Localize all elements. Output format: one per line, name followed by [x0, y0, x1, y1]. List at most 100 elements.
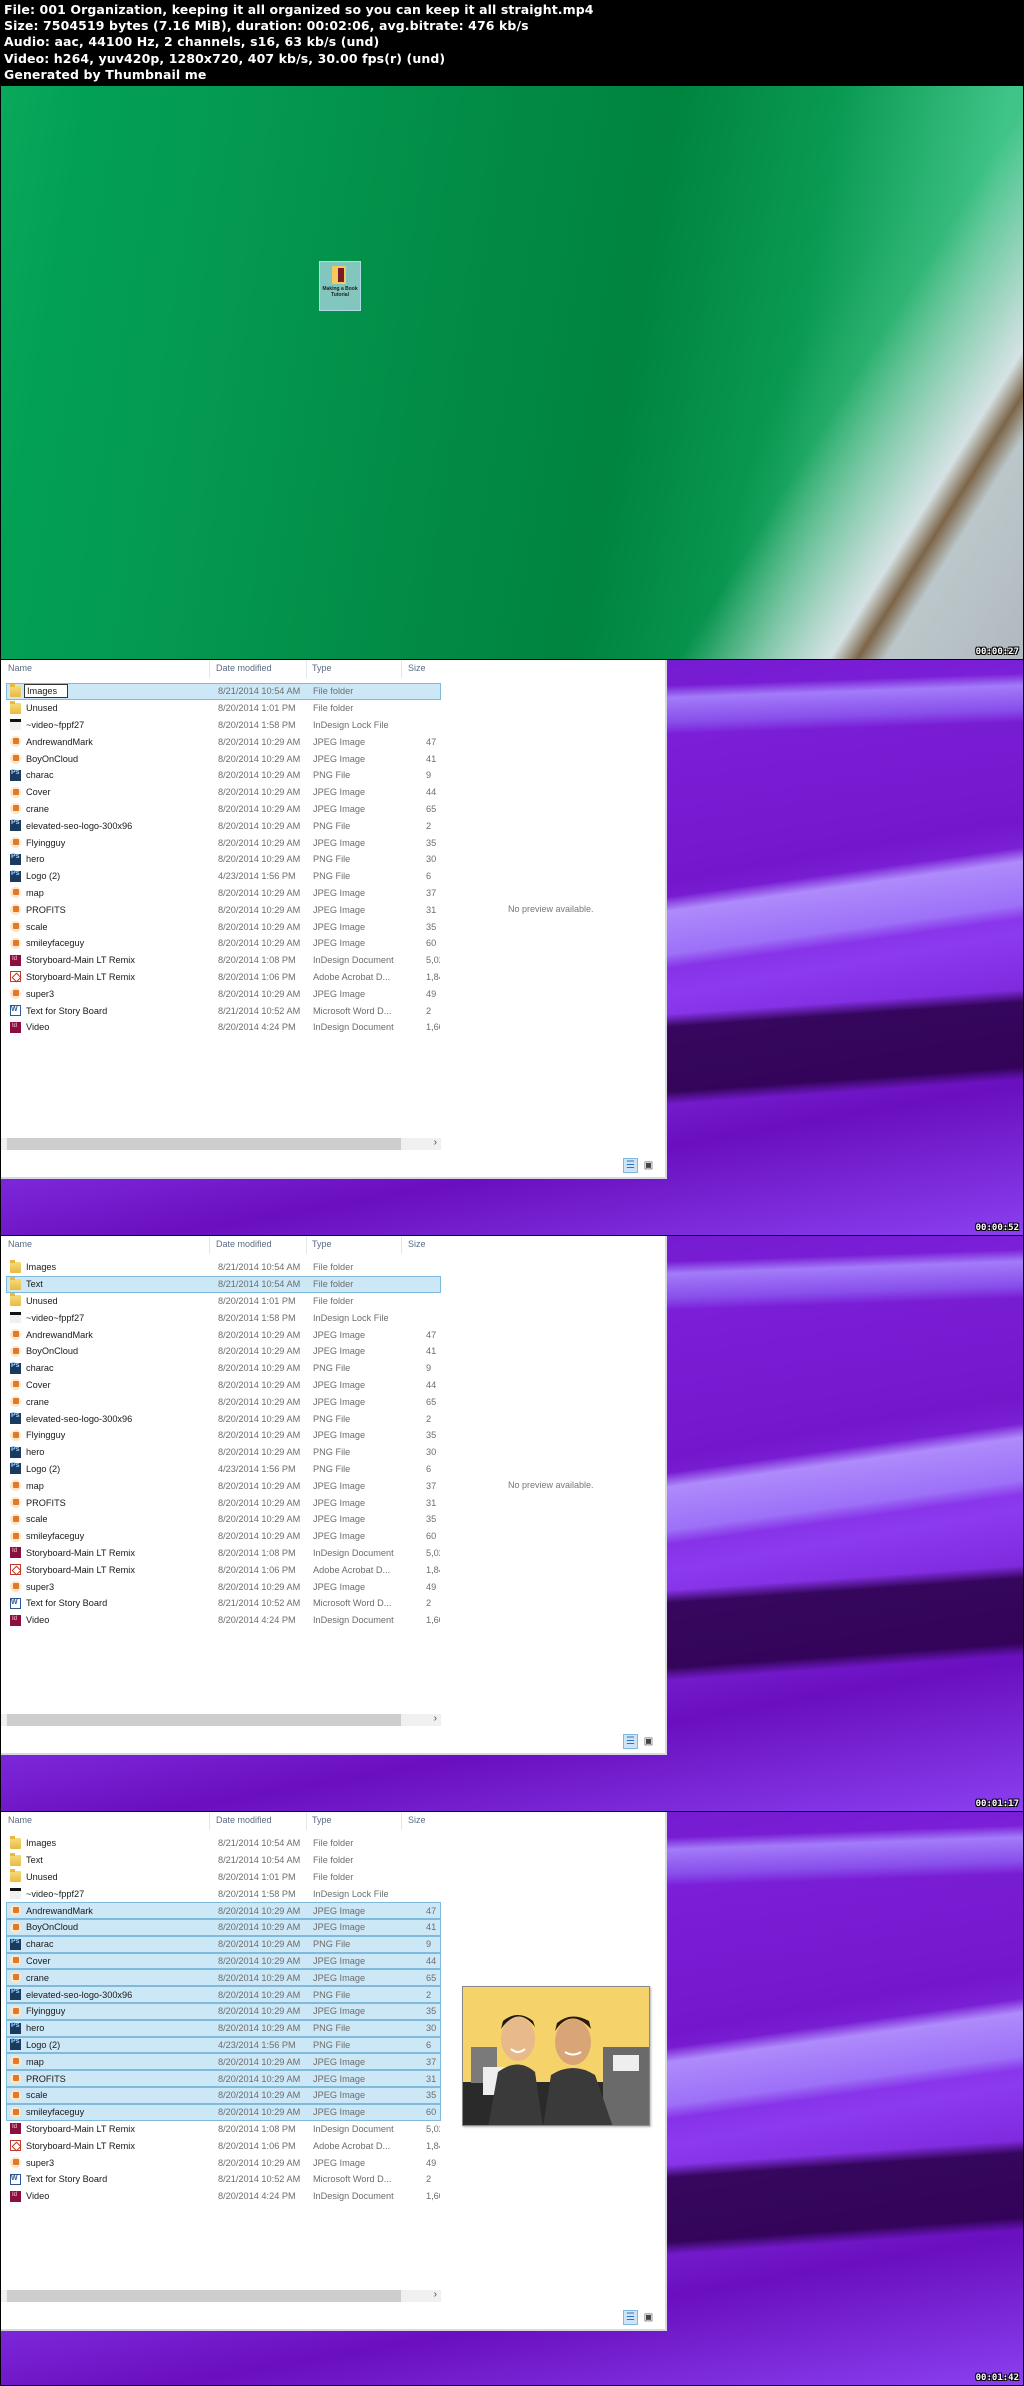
file-row[interactable]: Logo (2) 4/23/2014 1:56 PM PNG File 6	[6, 868, 441, 885]
file-row[interactable]: super3 8/20/2014 10:29 AM JPEG Image 49	[6, 985, 441, 1002]
file-row[interactable]: AndrewandMark 8/20/2014 10:29 AM JPEG Imag…	[6, 1326, 441, 1343]
column-divider[interactable]	[209, 660, 210, 678]
file-row[interactable]: Unused 8/20/2014 1:01 PM File folder	[6, 1293, 441, 1310]
file-row[interactable]: scale 8/20/2014 10:29 AM JPEG Image 35	[6, 2086, 441, 2104]
file-row[interactable]: Images 8/21/2014 10:54 AM File folder	[6, 1259, 441, 1276]
column-type[interactable]: Type	[312, 1815, 332, 1825]
column-divider[interactable]	[306, 1236, 307, 1254]
column-type[interactable]: Type	[312, 663, 332, 673]
scroll-right-arrow-icon[interactable]: ›	[434, 2289, 437, 2300]
file-row[interactable]: Storyboard-Main LT Remix 8/20/2014 1:06 P…	[6, 969, 441, 986]
file-row[interactable]: Images 8/21/2014 10:54 AM File folder	[6, 683, 441, 700]
horizontal-scrollbar[interactable]: ›	[1, 1137, 441, 1150]
file-row[interactable]: Text for Story Board 8/21/2014 10:52 AM Mi…	[6, 2171, 441, 2188]
file-row[interactable]: charac 8/20/2014 10:29 AM PNG File 9	[6, 1935, 441, 1953]
column-divider[interactable]	[401, 1236, 402, 1254]
file-row[interactable]: Cover 8/20/2014 10:29 AM JPEG Image 44	[6, 784, 441, 801]
scroll-right-arrow-icon[interactable]: ›	[434, 1137, 437, 1148]
file-row[interactable]: Unused 8/20/2014 1:01 PM File folder	[6, 1869, 441, 1886]
horizontal-scrollbar[interactable]: ›	[1, 2289, 441, 2302]
file-row[interactable]: charac 8/20/2014 10:29 AM PNG File 9	[6, 767, 441, 784]
file-row[interactable]: Text 8/21/2014 10:54 AM File folder	[6, 1852, 441, 1869]
scrollbar-thumb[interactable]	[7, 1138, 401, 1150]
file-row[interactable]: super3 8/20/2014 10:29 AM JPEG Image 49	[6, 2154, 441, 2171]
file-row[interactable]: hero 8/20/2014 10:29 AM PNG File 30	[6, 851, 441, 868]
file-row[interactable]: crane 8/20/2014 10:29 AM JPEG Image 65	[6, 1969, 441, 1987]
file-row[interactable]: Text for Story Board 8/21/2014 10:52 AM Mi…	[6, 1002, 441, 1019]
details-view-button[interactable]: ☰	[623, 2310, 638, 2325]
file-row[interactable]: Cover 8/20/2014 10:29 AM JPEG Image 44	[6, 1952, 441, 1970]
file-row[interactable]: smileyfaceguy 8/20/2014 10:29 AM JPEG Imag…	[6, 935, 441, 952]
details-view-button[interactable]: ☰	[623, 1158, 638, 1173]
large-icons-view-button[interactable]: ▣	[641, 2310, 656, 2325]
file-row[interactable]: smileyfaceguy 8/20/2014 10:29 AM JPEG Imag…	[6, 1528, 441, 1545]
column-name[interactable]: Name	[8, 1239, 32, 1249]
file-row[interactable]: elevated-seo-logo-300x96 8/20/2014 10:29 …	[6, 1986, 441, 2003]
file-row[interactable]: crane 8/20/2014 10:29 AM JPEG Image 65	[6, 1393, 441, 1410]
file-row[interactable]: ~video~fppf27 8/20/2014 1:58 PM InDesign L…	[6, 717, 441, 734]
column-divider[interactable]	[401, 1812, 402, 1830]
column-type[interactable]: Type	[312, 1239, 332, 1249]
file-row[interactable]: super3 8/20/2014 10:29 AM JPEG Image 49	[6, 1578, 441, 1595]
column-name[interactable]: Name	[8, 1815, 32, 1825]
file-row[interactable]: BoyOnCloud 8/20/2014 10:29 AM JPEG Image 41	[6, 1918, 441, 1936]
column-date-modified[interactable]: Date modified	[216, 663, 272, 673]
file-row[interactable]: AndrewandMark 8/20/2014 10:29 AM JPEG Imag…	[6, 733, 441, 750]
file-row[interactable]: hero 8/20/2014 10:29 AM PNG File 30	[6, 2019, 441, 2037]
column-date-modified[interactable]: Date modified	[216, 1239, 272, 1249]
file-row[interactable]: scale 8/20/2014 10:29 AM JPEG Image 35	[6, 1511, 441, 1528]
file-row[interactable]: Storyboard-Main LT Remix 8/20/2014 1:08 P…	[6, 952, 441, 969]
file-row[interactable]: BoyOnCloud 8/20/2014 10:29 AM JPEG Image 41	[6, 750, 441, 767]
scrollbar-thumb[interactable]	[7, 2290, 401, 2302]
column-divider[interactable]	[209, 1236, 210, 1254]
file-row[interactable]: Video 8/20/2014 4:24 PM InDesign Document 1…	[6, 2188, 441, 2205]
scrollbar-thumb[interactable]	[7, 1714, 401, 1726]
file-row[interactable]: map 8/20/2014 10:29 AM JPEG Image 37	[6, 885, 441, 902]
file-row[interactable]: Storyboard-Main LT Remix 8/20/2014 1:08 P…	[6, 1545, 441, 1562]
file-row[interactable]: Logo (2) 4/23/2014 1:56 PM PNG File 6	[6, 1461, 441, 1478]
file-row[interactable]: charac 8/20/2014 10:29 AM PNG File 9	[6, 1360, 441, 1377]
file-row[interactable]: Flyingguy 8/20/2014 10:29 AM JPEG Image 35	[6, 1427, 441, 1444]
file-row[interactable]: PROFITS 8/20/2014 10:29 AM JPEG Image 31	[6, 1494, 441, 1511]
file-row[interactable]: Flyingguy 8/20/2014 10:29 AM JPEG Image 35	[6, 834, 441, 851]
file-row[interactable]: AndrewandMark 8/20/2014 10:29 AM JPEG Imag…	[6, 1902, 441, 1919]
file-row[interactable]: Text 8/21/2014 10:54 AM File folder	[6, 1275, 441, 1293]
file-row[interactable]: crane 8/20/2014 10:29 AM JPEG Image 65	[6, 801, 441, 818]
file-row[interactable]: Cover 8/20/2014 10:29 AM JPEG Image 44	[6, 1377, 441, 1394]
file-row[interactable]: ~video~fppf27 8/20/2014 1:58 PM InDesign L…	[6, 1885, 441, 1902]
file-row[interactable]: ~video~fppf27 8/20/2014 1:58 PM InDesign L…	[6, 1309, 441, 1326]
file-row[interactable]: Video 8/20/2014 4:24 PM InDesign Document 1…	[6, 1019, 441, 1036]
column-date-modified[interactable]: Date modified	[216, 1815, 272, 1825]
rename-input[interactable]: Images	[24, 684, 69, 699]
file-row[interactable]: scale 8/20/2014 10:29 AM JPEG Image 35	[6, 918, 441, 935]
file-row[interactable]: elevated-seo-logo-300x96 8/20/2014 10:29 …	[6, 1410, 441, 1427]
file-row[interactable]: map 8/20/2014 10:29 AM JPEG Image 37	[6, 2053, 441, 2071]
details-view-button[interactable]: ☰	[623, 1734, 638, 1749]
column-divider[interactable]	[306, 660, 307, 678]
file-row[interactable]: map 8/20/2014 10:29 AM JPEG Image 37	[6, 1477, 441, 1494]
column-size[interactable]: Size	[408, 1239, 426, 1249]
file-row[interactable]: Storyboard-Main LT Remix 8/20/2014 1:06 P…	[6, 1561, 441, 1578]
file-row[interactable]: PROFITS 8/20/2014 10:29 AM JPEG Image 31	[6, 901, 441, 918]
file-row[interactable]: Storyboard-Main LT Remix 8/20/2014 1:06 P…	[6, 2137, 441, 2154]
column-size[interactable]: Size	[408, 663, 426, 673]
desktop-folder-shortcut[interactable]: Making a Book Tutorial	[319, 261, 361, 311]
column-name[interactable]: Name	[8, 663, 32, 673]
scroll-right-arrow-icon[interactable]: ›	[434, 1713, 437, 1724]
file-row[interactable]: Video 8/20/2014 4:24 PM InDesign Document 1…	[6, 1612, 441, 1629]
file-row[interactable]: Images 8/21/2014 10:54 AM File folder	[6, 1835, 441, 1852]
file-row[interactable]: smileyfaceguy 8/20/2014 10:29 AM JPEG Imag…	[6, 2103, 441, 2121]
file-row[interactable]: Logo (2) 4/23/2014 1:56 PM PNG File 6	[6, 2036, 441, 2054]
file-row[interactable]: BoyOnCloud 8/20/2014 10:29 AM JPEG Image 41	[6, 1343, 441, 1360]
large-icons-view-button[interactable]: ▣	[641, 1734, 656, 1749]
file-row[interactable]: hero 8/20/2014 10:29 AM PNG File 30	[6, 1444, 441, 1461]
horizontal-scrollbar[interactable]: ›	[1, 1713, 441, 1726]
column-divider[interactable]	[209, 1812, 210, 1830]
column-divider[interactable]	[306, 1812, 307, 1830]
file-row[interactable]: PROFITS 8/20/2014 10:29 AM JPEG Image 31	[6, 2070, 441, 2087]
file-row[interactable]: Text for Story Board 8/21/2014 10:52 AM Mi…	[6, 1595, 441, 1612]
file-row[interactable]: Storyboard-Main LT Remix 8/20/2014 1:08 P…	[6, 2121, 441, 2138]
file-row[interactable]: Flyingguy 8/20/2014 10:29 AM JPEG Image 35	[6, 2002, 441, 2020]
file-row[interactable]: Unused 8/20/2014 1:01 PM File folder	[6, 700, 441, 717]
column-divider[interactable]	[401, 660, 402, 678]
